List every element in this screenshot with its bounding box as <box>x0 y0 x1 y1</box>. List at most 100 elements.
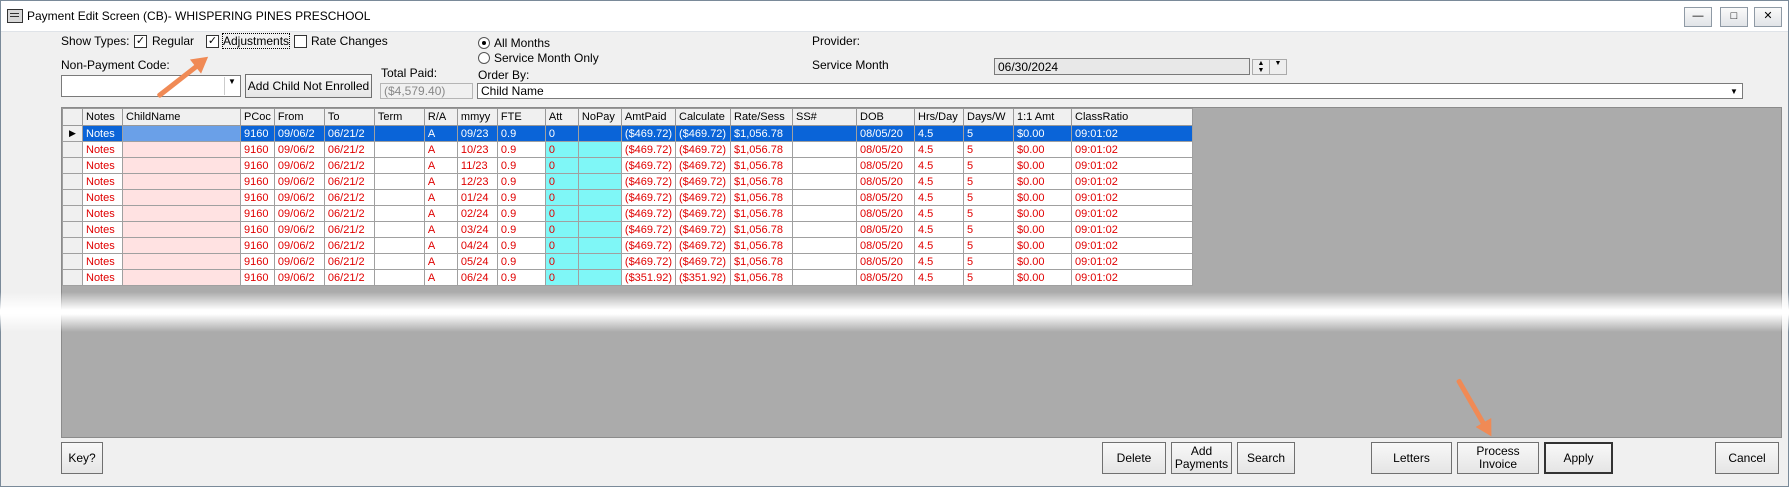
cell-mmyy[interactable]: 05/24 <box>456 253 498 270</box>
column-header[interactable]: Days/W <box>963 108 1014 126</box>
cell-ra[interactable]: A <box>423 189 458 206</box>
cell-ra[interactable]: A <box>423 205 458 222</box>
table-row[interactable]: Notes 9160 09/06/2 06/21/2 A 10/23 0.9 0 ($469.7… <box>62 141 1193 158</box>
cell-pcoc[interactable]: 9160 <box>240 221 275 238</box>
row-indicator[interactable] <box>62 173 83 190</box>
cell-from[interactable]: 09/06/2 <box>273 141 325 158</box>
cell-to[interactable]: 06/21/2 <box>323 173 375 190</box>
cell-nopay[interactable] <box>577 173 622 190</box>
cell-calc[interactable]: ($469.72) <box>675 157 731 174</box>
letters-button[interactable]: Letters <box>1371 442 1452 474</box>
cell-term[interactable] <box>373 221 425 238</box>
cell-mmyy[interactable]: 11/23 <box>456 157 498 174</box>
cell-term[interactable] <box>373 141 425 158</box>
cell-pcoc[interactable]: 9160 <box>240 125 275 142</box>
cell-to[interactable]: 06/21/2 <box>323 189 375 206</box>
cell-hrs[interactable]: 4.5 <box>914 237 964 254</box>
delete-button[interactable]: Delete <box>1102 442 1166 474</box>
cell-notes[interactable]: Notes <box>82 269 123 286</box>
cell-calc[interactable]: ($469.72) <box>675 237 731 254</box>
cell-amtpaid[interactable]: ($469.72) <box>620 189 677 206</box>
column-header[interactable]: Att <box>544 108 579 126</box>
cell-ss[interactable] <box>792 221 857 238</box>
add-payments-button[interactable]: Add Payments <box>1171 442 1232 474</box>
cell-notes[interactable]: Notes <box>82 189 123 206</box>
cell-from[interactable]: 09/06/2 <box>273 237 325 254</box>
cell-ratio[interactable]: 09:01:02 <box>1071 221 1193 238</box>
cell-calc[interactable]: ($469.72) <box>675 125 731 142</box>
cell-child[interactable] <box>122 173 241 190</box>
cell-nopay[interactable] <box>577 157 622 174</box>
cell-child[interactable] <box>122 157 241 174</box>
add-child-not-enrolled-button[interactable]: Add Child Not Enrolled <box>245 74 372 98</box>
cell-notes[interactable]: Notes <box>82 125 123 142</box>
cell-ss[interactable] <box>792 173 857 190</box>
cell-att[interactable]: 0 <box>544 173 579 190</box>
column-header[interactable]: Calculate <box>675 108 731 126</box>
regular-checkbox[interactable]: ✓ <box>134 35 147 48</box>
order-by-select[interactable]: Child Name ▼ <box>477 83 1743 99</box>
cell-from[interactable]: 09/06/2 <box>273 125 325 142</box>
cell-ra[interactable]: A <box>423 141 458 158</box>
cell-to[interactable]: 06/21/2 <box>323 253 375 270</box>
cell-calc[interactable]: ($469.72) <box>675 141 731 158</box>
cell-from[interactable]: 09/06/2 <box>273 221 325 238</box>
table-row[interactable]: Notes 9160 09/06/2 06/21/2 A 03/24 0.9 0 ($469.7… <box>62 221 1193 238</box>
cell-child[interactable] <box>122 189 241 206</box>
column-header[interactable]: SS# <box>792 108 857 126</box>
cell-rate[interactable]: $1,056.78 <box>730 205 793 222</box>
cell-ss[interactable] <box>792 157 857 174</box>
cell-mmyy[interactable]: 12/23 <box>456 173 498 190</box>
payments-grid[interactable]: Notes ChildName PCoc From To Term R/A mmyy FTE At… <box>61 107 1782 438</box>
cell-from[interactable]: 09/06/2 <box>273 269 325 286</box>
column-header[interactable]: ChildName <box>122 108 241 126</box>
cell-att[interactable]: 0 <box>544 125 579 142</box>
cell-from[interactable]: 09/06/2 <box>273 205 325 222</box>
cell-ss[interactable] <box>792 205 857 222</box>
cell-child[interactable] <box>122 125 241 142</box>
cell-amtpaid[interactable]: ($469.72) <box>620 125 677 142</box>
cell-amtpaid[interactable]: ($469.72) <box>620 141 677 158</box>
cell-days[interactable]: 5 <box>963 173 1014 190</box>
cell-ratio[interactable]: 09:01:02 <box>1071 205 1193 222</box>
cell-ss[interactable] <box>792 125 857 142</box>
cell-notes[interactable]: Notes <box>82 221 123 238</box>
cell-hrs[interactable]: 4.5 <box>914 205 964 222</box>
cell-amtpaid[interactable]: ($351.92) <box>620 269 677 286</box>
cell-fte[interactable]: 0.9 <box>496 173 546 190</box>
cell-ra[interactable]: A <box>423 253 458 270</box>
cell-pcoc[interactable]: 9160 <box>240 237 275 254</box>
cell-ratio[interactable]: 09:01:02 <box>1071 189 1193 206</box>
column-header[interactable]: PCoc <box>240 108 275 126</box>
cell-ra[interactable]: A <box>423 173 458 190</box>
row-indicator[interactable] <box>62 189 83 206</box>
cell-fte[interactable]: 0.9 <box>496 125 546 142</box>
service-month-only-radio[interactable] <box>478 52 490 64</box>
key-button[interactable]: Key? <box>61 442 103 474</box>
cell-calc[interactable]: ($469.72) <box>675 189 731 206</box>
cell-days[interactable]: 5 <box>963 157 1014 174</box>
cell-amt11[interactable]: $0.00 <box>1013 205 1072 222</box>
column-header[interactable]: Term <box>373 108 425 126</box>
cell-pcoc[interactable]: 9160 <box>240 173 275 190</box>
cell-to[interactable]: 06/21/2 <box>323 157 375 174</box>
table-row[interactable]: Notes 9160 09/06/2 06/21/2 A 05/24 0.9 0 ($469.7… <box>62 253 1193 270</box>
cell-amtpaid[interactable]: ($469.72) <box>620 253 677 270</box>
cell-pcoc[interactable]: 9160 <box>240 189 275 206</box>
cell-nopay[interactable] <box>577 125 622 142</box>
table-row[interactable]: Notes 9160 09/06/2 06/21/2 A 04/24 0.9 0 ($469.7… <box>62 237 1193 254</box>
cell-pcoc[interactable]: 9160 <box>240 269 275 286</box>
cell-child[interactable] <box>122 221 241 238</box>
cell-rate[interactable]: $1,056.78 <box>730 125 793 142</box>
row-indicator[interactable] <box>62 141 83 158</box>
column-header[interactable]: ClassRatio <box>1071 108 1193 126</box>
cell-fte[interactable]: 0.9 <box>496 189 546 206</box>
cell-att[interactable]: 0 <box>544 237 579 254</box>
cell-amtpaid[interactable]: ($469.72) <box>620 205 677 222</box>
cell-rate[interactable]: $1,056.78 <box>730 253 793 270</box>
cell-att[interactable]: 0 <box>544 189 579 206</box>
cell-hrs[interactable]: 4.5 <box>914 221 964 238</box>
cell-att[interactable]: 0 <box>544 157 579 174</box>
cell-ss[interactable] <box>792 141 857 158</box>
cell-ratio[interactable]: 09:01:02 <box>1071 141 1193 158</box>
